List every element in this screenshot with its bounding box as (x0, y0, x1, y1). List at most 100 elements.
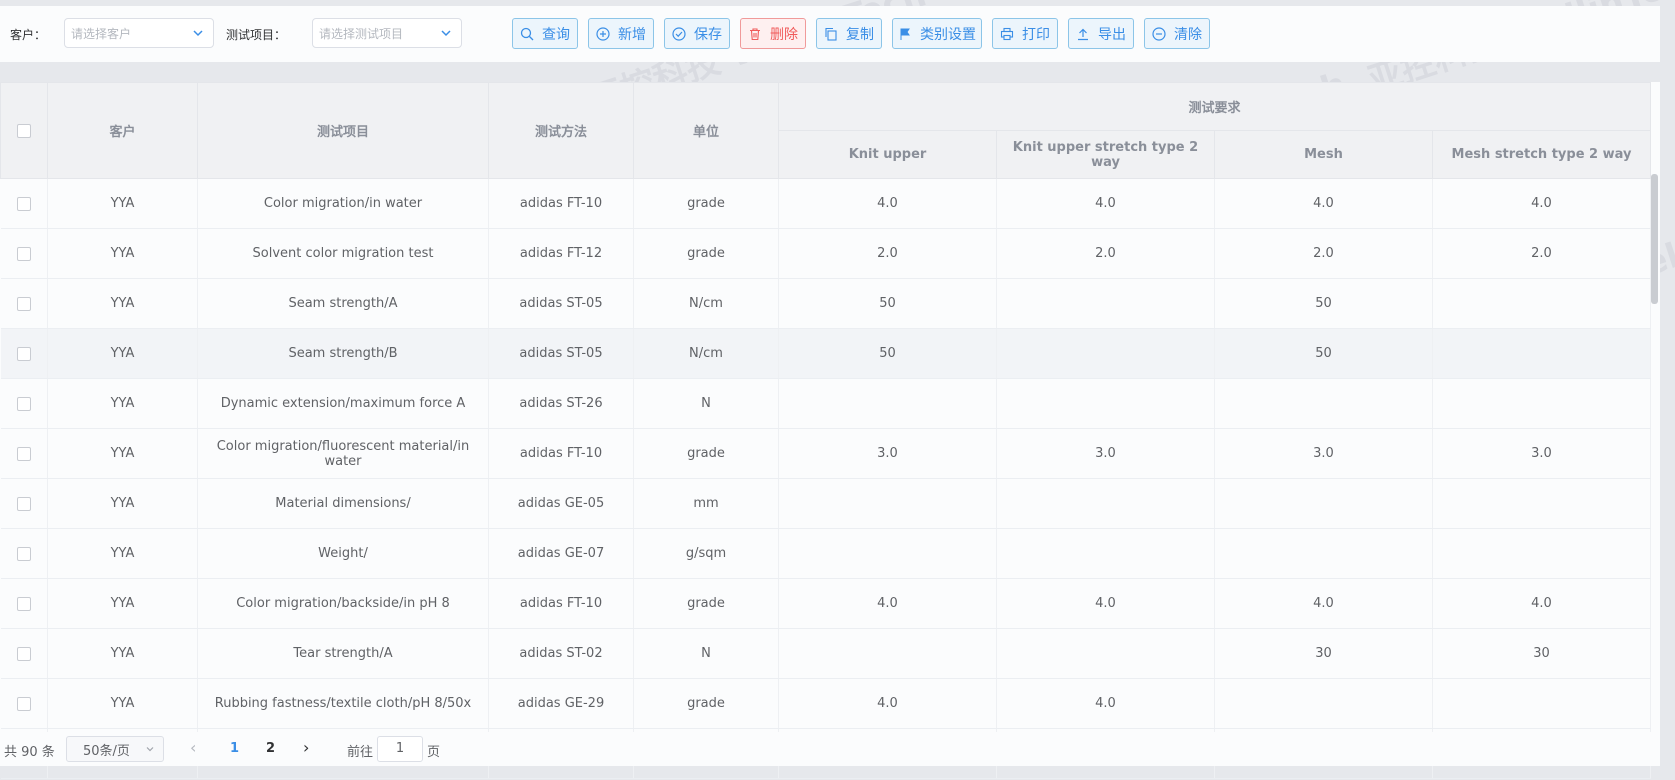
table-row[interactable]: YYA Seam strength/B adidas ST-05 N/cm 50 50 (0, 328, 1652, 379)
pagination: 共 90 条 50条/页 ‹ 1 2 › 前往 1 页 (0, 732, 1660, 766)
next-page-button[interactable]: › (303, 738, 309, 757)
goto-label: 前往 (347, 745, 374, 760)
goto-page-input[interactable]: 1 (377, 736, 423, 762)
row-checkbox[interactable] (16, 596, 31, 611)
cell-unit: grade (633, 428, 779, 479)
cell-unit: N (633, 628, 779, 679)
total-count: 共 90 条 (4, 745, 55, 760)
table-row[interactable]: YYA Color migration/fluorescent material/… (0, 428, 1652, 479)
cell-customer: YYA (47, 528, 198, 579)
cell-customer: YYA (47, 378, 198, 429)
vertical-scrollbar[interactable] (1651, 174, 1658, 304)
copy-button[interactable]: 复制 (816, 18, 882, 49)
cell-customer: YYA (47, 478, 198, 529)
cell-mesh-stretch (1432, 328, 1652, 379)
cell-knit-upper-stretch (996, 628, 1215, 679)
cell-test-method: adidas ST-05 (488, 328, 634, 379)
header-test-method[interactable]: 测试方法 (488, 82, 634, 179)
table-row[interactable]: YYA Weight/adidas GE-07 g/sqm (0, 528, 1652, 579)
row-checkbox[interactable] (16, 246, 31, 261)
select-all-checkbox[interactable] (17, 123, 31, 138)
header-mesh[interactable]: Mesh (1214, 130, 1433, 179)
cell-knit-upper: 2.0 (778, 228, 997, 279)
table-row[interactable]: YYA Solvent color migration test adidas FT… (0, 228, 1652, 279)
table-panel: 客户 测试项目 测试方法 单位 测试要求 Knit upper Knit upp… (0, 82, 1660, 779)
cell-mesh-stretch (1432, 478, 1652, 529)
cell-unit: mm (633, 478, 779, 529)
cell-test-method: adidas GE-29 (488, 678, 634, 729)
add-label: 新增 (618, 26, 646, 43)
print-button[interactable]: 打印 (992, 18, 1058, 49)
row-checkbox[interactable] (16, 396, 31, 411)
cell-knit-upper: 4.0 (778, 578, 997, 629)
save-label: 保存 (694, 26, 722, 43)
cell-mesh: 30 (1214, 628, 1433, 679)
row-select-cell (0, 578, 48, 629)
row-checkbox[interactable] (16, 196, 31, 211)
delete-label: 删除 (770, 26, 798, 43)
upload-icon (1078, 28, 1088, 40)
table-row[interactable]: YYA Dynamic extension/maximum force Aadid… (0, 378, 1652, 429)
cell-customer: YYA (47, 278, 198, 329)
row-select-cell (0, 328, 48, 379)
row-select-cell (0, 528, 48, 579)
table-row[interactable]: YYA Color migration/in water adidas FT-10 g… (0, 178, 1652, 229)
header-knit-upper[interactable]: Knit upper (778, 130, 997, 179)
add-button[interactable]: 新增 (588, 18, 654, 49)
cell-unit: N/cm (633, 278, 779, 329)
customer-select[interactable]: 请选择客户 (64, 18, 214, 48)
row-checkbox[interactable] (16, 546, 31, 561)
query-button[interactable]: 查询 (512, 18, 578, 49)
row-checkbox[interactable] (16, 496, 31, 511)
table-row[interactable]: YYA Color migration/backside/in pH 8 adida… (0, 578, 1652, 629)
chevron-down-icon (441, 30, 451, 37)
row-checkbox[interactable] (16, 646, 31, 661)
category-settings-button[interactable]: 类别设置 (892, 18, 982, 49)
table-row[interactable]: YYA Rubbing fastness/textile cloth/pH 8/5… (0, 678, 1652, 729)
page-size-select[interactable]: 50条/页 (66, 736, 164, 762)
cell-test-method: adidas ST-05 (488, 278, 634, 329)
row-checkbox[interactable] (16, 346, 31, 361)
customer-label: 客户： (10, 28, 47, 42)
header-knit-upper-stretch[interactable]: Knit upper stretch type 2 way (996, 130, 1215, 179)
cell-mesh-stretch: 4.0 (1432, 178, 1652, 229)
cell-knit-upper (778, 528, 997, 579)
page-suffix: 页 (427, 745, 441, 760)
check-circle-icon (672, 26, 686, 41)
row-checkbox[interactable] (16, 446, 31, 461)
cell-mesh-stretch: 2.0 (1432, 228, 1652, 279)
cell-mesh-stretch (1432, 378, 1652, 429)
table-row[interactable]: YYA Material dimensions/adidas GE-05 mm (0, 478, 1652, 529)
minus-circle-icon (1152, 26, 1166, 41)
page-1-button[interactable]: 1 (230, 741, 239, 756)
cell-test-item: Seam strength/B (197, 328, 489, 379)
cell-knit-upper: 4.0 (778, 178, 997, 229)
row-checkbox[interactable] (16, 696, 31, 711)
page-2-button[interactable]: 2 (266, 741, 275, 756)
clear-button[interactable]: 清除 (1144, 18, 1210, 49)
delete-button[interactable]: 删除 (740, 18, 806, 49)
table-row[interactable]: YYA Tear strength/A adidas ST-02 N 30 30 (0, 628, 1652, 679)
test-item-select[interactable]: 请选择测试项目 (312, 18, 462, 48)
cell-customer: YYA (47, 678, 198, 729)
prev-page-button[interactable]: ‹ (190, 738, 196, 757)
test-requirements-table: 客户 测试项目 测试方法 单位 测试要求 Knit upper Knit upp… (0, 82, 1652, 779)
row-select-cell (0, 178, 48, 229)
cell-knit-upper: 50 (778, 278, 997, 329)
cell-mesh-stretch (1432, 528, 1652, 579)
header-customer[interactable]: 客户 (47, 82, 198, 179)
header-unit[interactable]: 单位 (633, 82, 779, 179)
row-checkbox[interactable] (16, 296, 31, 311)
header-test-requirements: 测试要求 (777, 82, 1652, 131)
export-button[interactable]: 导出 (1068, 18, 1134, 49)
table-row[interactable]: YYA Seam strength/A adidas ST-05 N/cm 50 50 (0, 278, 1652, 329)
header-test-item[interactable]: 测试项目 (197, 82, 489, 179)
copy-icon (825, 27, 837, 41)
cell-mesh: 2.0 (1214, 228, 1433, 279)
cell-knit-upper-stretch (996, 278, 1215, 329)
row-select-cell (0, 378, 48, 429)
save-button[interactable]: 保存 (664, 18, 730, 49)
header-mesh-stretch[interactable]: Mesh stretch type 2 way (1431, 130, 1652, 179)
row-select-cell (0, 628, 48, 679)
cell-customer: YYA (47, 578, 198, 629)
